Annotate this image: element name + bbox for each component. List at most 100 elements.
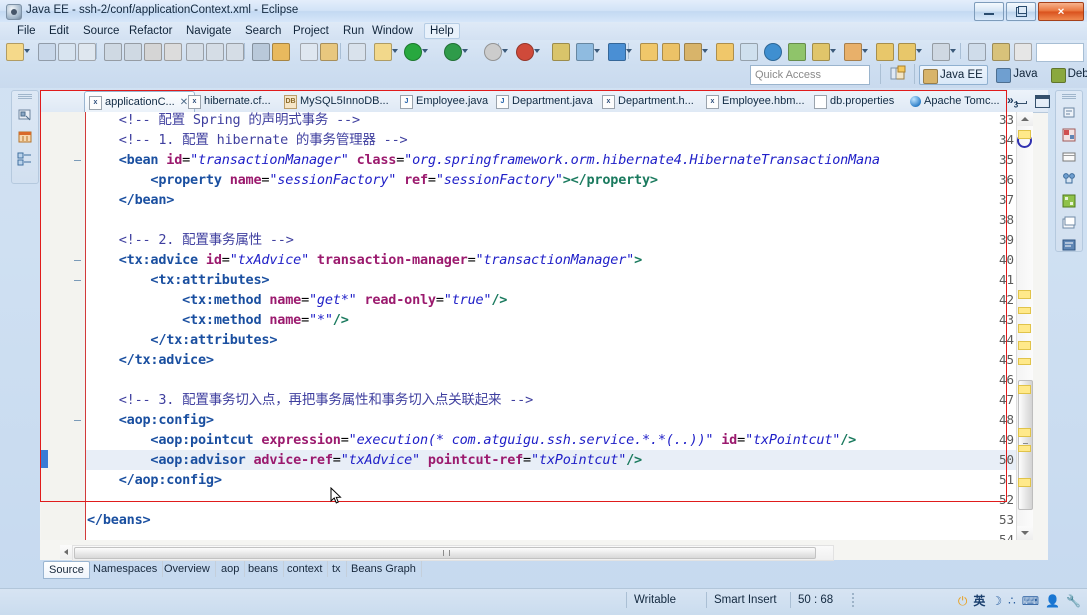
- editor-tab-overflow-icon[interactable]: »3: [1007, 93, 1018, 109]
- new-wizard-dropdown-arrow[interactable]: [24, 49, 30, 53]
- web-browser-icon[interactable]: [764, 43, 782, 61]
- ime-punctuation-icon[interactable]: ∴: [1008, 595, 1016, 607]
- profile-icon[interactable]: [576, 43, 594, 61]
- brush-icon[interactable]: [992, 43, 1010, 61]
- editor-page-tab-aop[interactable]: aop: [216, 561, 246, 577]
- overview-ruler-mark[interactable]: [1018, 324, 1031, 333]
- editor-tab-1[interactable]: x hibernate.cf...: [184, 92, 277, 111]
- ime-tools-icon[interactable]: 🔧: [1066, 595, 1081, 607]
- overview-ruler-mark[interactable]: [1018, 358, 1031, 365]
- editor-page-tab-beans-graph[interactable]: Beans Graph: [346, 561, 422, 577]
- editor-tab-3[interactable]: J Employee.java: [396, 92, 494, 111]
- restore-view-icon[interactable]: [968, 43, 986, 61]
- validate-icon[interactable]: [552, 43, 570, 61]
- servers-icon[interactable]: [1061, 171, 1077, 187]
- overview-ruler-mark[interactable]: [1018, 385, 1031, 394]
- debug-dropdown-arrow[interactable]: [462, 49, 468, 53]
- overview-ruler-mark[interactable]: [1018, 428, 1031, 437]
- fold-toggle[interactable]: [74, 417, 82, 425]
- menu-edit[interactable]: Edit: [44, 24, 74, 38]
- new-folder-icon[interactable]: [716, 43, 734, 61]
- maximize-view-icon[interactable]: [1035, 95, 1050, 108]
- new-entity-icon[interactable]: [740, 43, 758, 61]
- new-key-dropdown-arrow[interactable]: [830, 49, 836, 53]
- step-return-icon[interactable]: [226, 43, 244, 61]
- clean-marker-icon[interactable]: [348, 43, 366, 61]
- fold-toggle[interactable]: [74, 257, 82, 265]
- source-code-editor[interactable]: 33 <!-- 配置 Spring 的声明式事务 --> 34 <!-- 1. 配…: [41, 112, 1016, 540]
- menu-window[interactable]: Window: [367, 24, 418, 38]
- back-icon[interactable]: [876, 43, 894, 61]
- editor-page-tab-context[interactable]: context: [282, 561, 329, 577]
- menu-search[interactable]: Search: [240, 24, 286, 38]
- suspend-icon[interactable]: [124, 43, 142, 61]
- view-stack-grip[interactable]: [18, 94, 32, 99]
- data-source-icon[interactable]: [788, 43, 806, 61]
- data-source-explorer-icon[interactable]: [1061, 193, 1077, 209]
- save-icon[interactable]: [38, 43, 56, 61]
- new-wizard-icon[interactable]: [6, 43, 24, 61]
- spring-tools-dropdown-arrow[interactable]: [626, 49, 632, 53]
- run-server-dropdown-arrow[interactable]: [534, 49, 540, 53]
- editor-page-tab-overview[interactable]: Overview: [159, 561, 216, 577]
- overview-ruler-mark[interactable]: [1018, 307, 1031, 314]
- overview-ruler-mark[interactable]: [1018, 290, 1031, 299]
- coverage-dropdown-arrow[interactable]: [502, 49, 508, 53]
- editor-page-tab-tx[interactable]: tx: [327, 561, 347, 577]
- print-icon[interactable]: [78, 43, 96, 61]
- spring-tools-icon[interactable]: [608, 43, 626, 61]
- overview-ruler-mark[interactable]: [1018, 445, 1031, 452]
- toggle-console-icon[interactable]: [252, 43, 270, 61]
- person-dropdown-arrow[interactable]: [862, 49, 868, 53]
- overview-ruler-mark[interactable]: [1018, 130, 1031, 139]
- terminate-icon[interactable]: [144, 43, 162, 61]
- overview-ruler-mark[interactable]: [1018, 478, 1031, 487]
- person-icon[interactable]: [844, 43, 862, 61]
- open-task-icon[interactable]: [300, 43, 318, 61]
- editor-tab-5[interactable]: x Department.h...: [598, 92, 700, 111]
- open-perspective-icon[interactable]: [889, 65, 907, 83]
- ime-user-icon[interactable]: 👤: [1045, 595, 1060, 607]
- editor-tab-4[interactable]: J Department.java: [492, 92, 599, 111]
- disconnect-icon[interactable]: [164, 43, 182, 61]
- resume-icon[interactable]: [104, 43, 122, 61]
- run-icon[interactable]: [404, 43, 422, 61]
- menu-run[interactable]: Run: [338, 24, 369, 38]
- open-resource-icon[interactable]: [662, 43, 680, 61]
- menu-file[interactable]: File: [12, 24, 41, 38]
- run-dropdown-arrow[interactable]: [422, 49, 428, 53]
- ime-moon-icon[interactable]: ☽: [991, 595, 1002, 607]
- markers-icon[interactable]: [17, 129, 33, 145]
- open-type-icon[interactable]: [272, 43, 290, 61]
- ime-power-icon[interactable]: ⏻: [958, 595, 968, 607]
- external-tools-dropdown-arrow[interactable]: [392, 49, 398, 53]
- console-icon[interactable]: [1061, 215, 1077, 231]
- editor-page-tab-beans[interactable]: beans: [243, 561, 284, 577]
- keypad-icon[interactable]: [1014, 43, 1032, 61]
- forward-icon[interactable]: [898, 43, 916, 61]
- ime-chinese-icon[interactable]: 英: [973, 595, 985, 607]
- next-annotation-icon[interactable]: [932, 43, 950, 61]
- menu-source[interactable]: Source: [78, 24, 124, 38]
- save-all-icon[interactable]: [58, 43, 76, 61]
- menu-project[interactable]: Project: [288, 24, 334, 38]
- ime-keyboard-icon[interactable]: ⌨: [1022, 595, 1039, 607]
- menu-help[interactable]: Help: [424, 23, 460, 39]
- menu-refactor[interactable]: Refactor: [124, 24, 177, 38]
- editor-tab-2[interactable]: DB MySQL5InnoDB...: [280, 92, 395, 111]
- toolbar-combo[interactable]: [1036, 43, 1084, 62]
- debug-icon[interactable]: [444, 43, 462, 61]
- close-button[interactable]: ✕: [1038, 2, 1084, 21]
- properties-icon[interactable]: [1061, 149, 1077, 165]
- editor-tab-7[interactable]: db.properties: [810, 92, 900, 111]
- scroll-up-arrow[interactable]: [1017, 112, 1033, 126]
- step-into-icon[interactable]: [186, 43, 204, 61]
- fold-toggle[interactable]: [74, 277, 82, 285]
- snippets-icon[interactable]: [1061, 105, 1077, 121]
- restore-button[interactable]: [1006, 2, 1036, 21]
- perspective-java-ee[interactable]: Java EE: [919, 65, 988, 85]
- horizontal-scrollbar-thumb[interactable]: [74, 547, 816, 559]
- perspective-java[interactable]: Java: [993, 65, 1041, 83]
- pencil-icon[interactable]: [684, 43, 702, 61]
- menu-navigate[interactable]: Navigate: [181, 24, 236, 38]
